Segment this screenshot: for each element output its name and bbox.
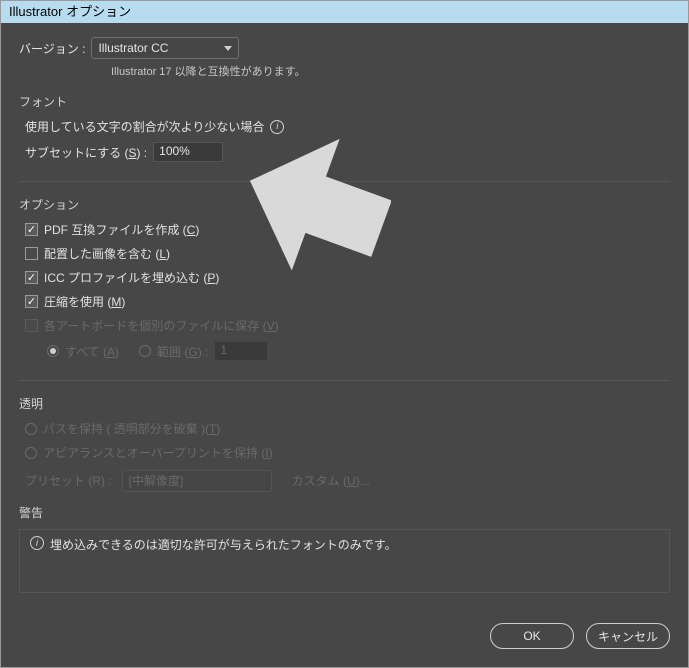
dialog-body: バージョン : Illustrator CC Illustrator 17 以降…: [1, 23, 688, 611]
options-group-title: オプション: [19, 196, 670, 213]
version-select[interactable]: Illustrator CC: [91, 37, 239, 59]
range-input: 1: [214, 341, 268, 361]
compress-checkbox[interactable]: [25, 295, 38, 308]
opt-link: 配置した画像を含む (L): [25, 245, 670, 262]
preset-select: [中解像度]: [122, 470, 272, 492]
preset-label: プリセット (R) :: [25, 472, 112, 489]
cancel-button[interactable]: キャンセル: [586, 623, 670, 649]
link-checkbox[interactable]: [25, 247, 38, 260]
version-hint: Illustrator 17 以降と互換性があります。: [111, 63, 670, 79]
version-select-value: Illustrator CC: [98, 41, 168, 55]
footer: OK キャンセル: [1, 611, 688, 667]
artboards-checkbox: [25, 319, 38, 332]
preserve-radio: [25, 423, 37, 435]
options-group: オプション PDF 互換ファイルを作成 (C) 配置した画像を含む (L) IC…: [19, 196, 670, 381]
transparency-group: 透明 パスを保持 ( 透明部分を破棄 )(T) アピアランスとオーバープリントを…: [19, 395, 670, 504]
subset-description: 使用している文字の割合が次より少ない場合 i: [25, 118, 670, 135]
trans-preserve: パスを保持 ( 透明部分を破棄 )(T): [25, 420, 670, 437]
trans-appearance: アピアランスとオーバープリントを保持 (I): [25, 444, 670, 461]
title-text: Illustrator オプション: [9, 4, 131, 19]
warning-section: 警告 i 埋め込みできるのは適切な許可が与えられたフォントのみです。: [19, 504, 670, 593]
icc-checkbox[interactable]: [25, 271, 38, 284]
titlebar: Illustrator オプション: [1, 1, 688, 23]
pdf-checkbox[interactable]: [25, 223, 38, 236]
chevron-down-icon: [224, 46, 232, 51]
subset-input[interactable]: 100%: [153, 142, 223, 162]
info-icon[interactable]: i: [270, 120, 284, 134]
range-range-radio: [139, 345, 151, 357]
preset-row: プリセット (R) : [中解像度] カスタム (U)...: [25, 469, 670, 492]
appearance-radio: [25, 447, 37, 459]
warning-box: i 埋め込みできるのは適切な許可が与えられたフォントのみです。: [19, 529, 670, 593]
custom-button: カスタム (U)...: [282, 469, 380, 492]
range-all-radio: [47, 345, 59, 357]
info-icon: i: [30, 536, 44, 550]
warning-title: 警告: [19, 504, 670, 521]
version-label: バージョン :: [19, 40, 85, 57]
subset-row: サブセットにする (S) : 100%: [25, 142, 670, 162]
warning-text: 埋め込みできるのは適切な許可が与えられたフォントのみです。: [50, 536, 397, 553]
opt-artboards: 各アートボードを個別のファイルに保存 (V): [25, 317, 670, 334]
font-group-title: フォント: [19, 93, 670, 110]
version-row: バージョン : Illustrator CC: [19, 37, 670, 59]
transparency-group-title: 透明: [19, 395, 670, 412]
opt-pdf: PDF 互換ファイルを作成 (C): [25, 221, 670, 238]
opt-icc: ICC プロファイルを埋め込む (P): [25, 269, 670, 286]
font-group: フォント 使用している文字の割合が次より少ない場合 i サブセットにする (S)…: [19, 93, 670, 182]
ok-button[interactable]: OK: [490, 623, 574, 649]
illustrator-options-dialog: Illustrator オプション バージョン : Illustrator CC…: [0, 0, 689, 668]
opt-compress: 圧縮を使用 (M): [25, 293, 670, 310]
opt-range-row: すべて (A) 範囲 (G) : 1: [25, 341, 670, 361]
